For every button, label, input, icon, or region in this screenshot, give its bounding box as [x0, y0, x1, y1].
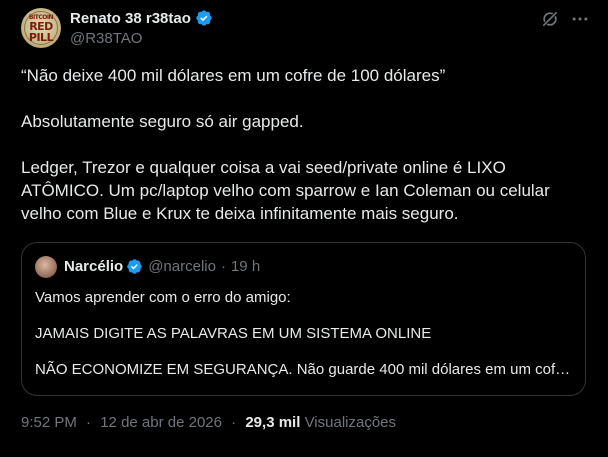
avatar-logo-line: PILL — [28, 31, 54, 44]
author-display-name[interactable]: Renato 38 r38tao — [70, 10, 191, 27]
tweet-time[interactable]: 9:52 PM — [21, 414, 77, 431]
quoted-tweet-header: Narcélio @narcelio · 19 h — [64, 258, 260, 275]
grok-icon[interactable] — [540, 9, 560, 29]
more-options-icon[interactable] — [570, 9, 590, 29]
separator-dot: · — [220, 258, 226, 275]
tweet-meta: 9:52 PM · 12 de abr de 2026 · 29,3 mil V… — [21, 414, 396, 431]
quoted-author-handle[interactable]: @narcelio — [148, 258, 216, 275]
tweet-paragraph: Ledger, Trezor e qualquer coisa a vai se… — [21, 158, 550, 223]
separator-dot: · — [86, 414, 92, 431]
quoted-tweet-paragraph: JAMAIS DIGITE AS PALAVRAS EM UM SISTEMA … — [35, 325, 432, 342]
tweet-text: “Não deixe 400 mil dólares em um cofre d… — [21, 64, 591, 225]
tweet-date[interactable]: 12 de abr de 2026 — [100, 414, 222, 431]
verified-badge-icon — [127, 259, 142, 274]
quoted-tweet-paragraph: NÃO ECONOMIZE EM SEGURANÇA. Não guarde 4… — [35, 361, 575, 378]
separator-dot: · — [231, 414, 237, 431]
quoted-tweet-time[interactable]: 19 h — [231, 258, 260, 275]
tweet-paragraph: “Não deixe 400 mil dólares em um cofre d… — [21, 66, 446, 85]
tweet: BITCOIN RED PILL Renato 38 r38tao @R38TA… — [0, 0, 608, 457]
quoted-author-avatar[interactable] — [35, 256, 57, 278]
author-avatar[interactable]: BITCOIN RED PILL — [21, 8, 61, 48]
quoted-tweet-card[interactable]: Narcélio @narcelio · 19 h Vamos aprender… — [21, 242, 586, 396]
views-count[interactable]: 29,3 mil — [245, 414, 300, 431]
author-name-row[interactable]: Renato 38 r38tao — [70, 9, 213, 27]
views-label[interactable]: Visualizações — [305, 414, 396, 431]
quoted-author-name[interactable]: Narcélio — [64, 258, 123, 275]
verified-badge-icon — [196, 10, 212, 26]
tweet-paragraph: Absolutamente seguro só air gapped. — [21, 112, 304, 131]
quoted-tweet-paragraph: Vamos aprender com o erro do amigo: — [35, 289, 291, 306]
author-handle[interactable]: @R38TAO — [70, 30, 142, 47]
quoted-tweet-text: Vamos aprender com o erro do amigo: JAMA… — [35, 288, 575, 380]
